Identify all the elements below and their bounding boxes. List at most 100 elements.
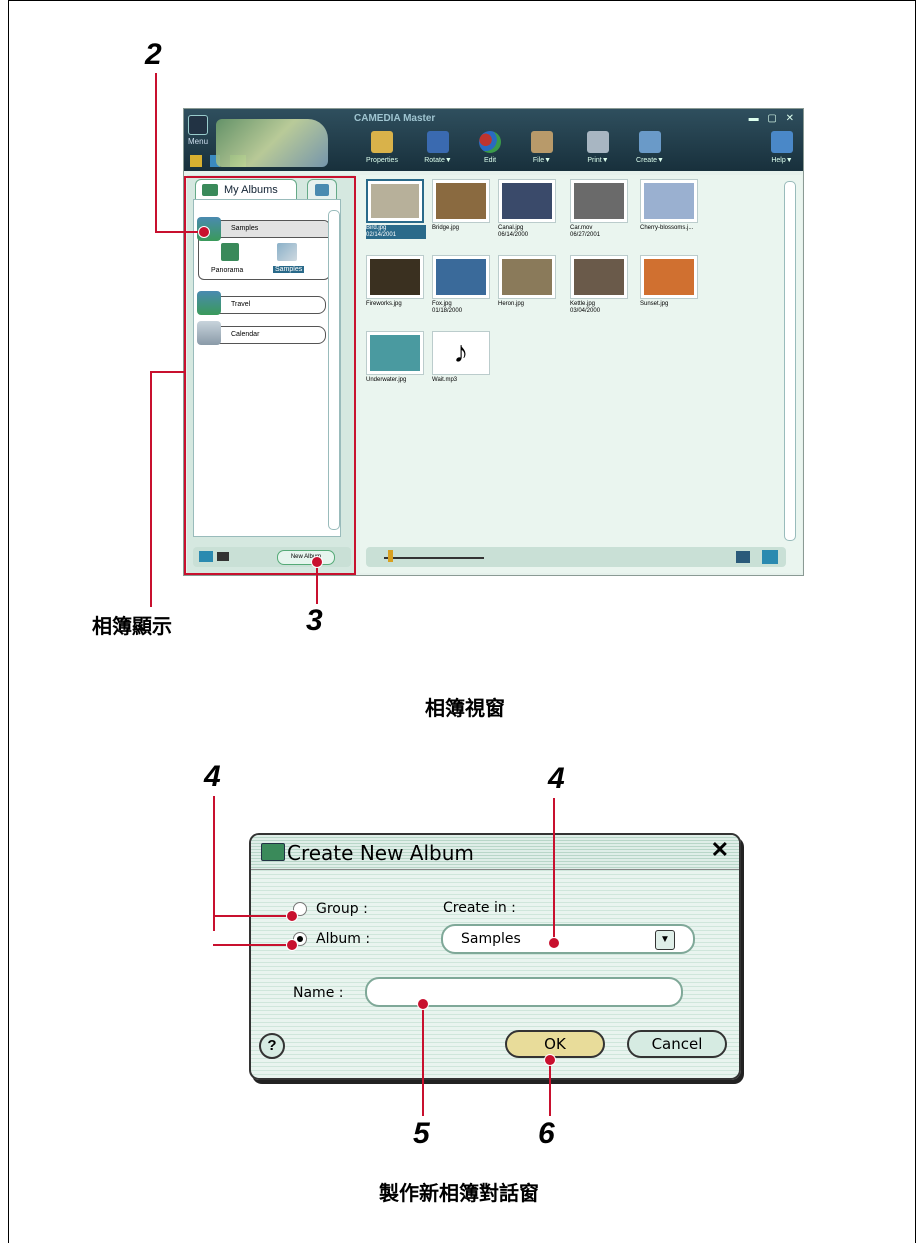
thumbnail-label: Canal.jpg 06/14/2000	[498, 225, 529, 238]
menu-icon[interactable]	[188, 115, 208, 135]
edit-icon	[479, 131, 501, 153]
rotate-icon	[427, 131, 449, 153]
thumbnail-label: Kettle.jpg 03/04/2000	[570, 301, 601, 314]
thumbnail-label: Cherry-blossoms.j...	[640, 225, 694, 231]
thumbnail-item[interactable]: Kettle.jpg 03/04/2000	[570, 255, 630, 315]
camedia-logo	[216, 119, 328, 167]
thumbnail-item[interactable]: Car.mov 06/27/2001	[570, 179, 630, 239]
thumbnail-image	[498, 255, 556, 299]
thumbnail-item[interactable]: Fox.jpg 01/18/2000	[432, 255, 492, 315]
thumbnail-image	[366, 255, 424, 299]
photo-thumbnail	[370, 259, 420, 295]
callout-4-left-line-album	[213, 944, 291, 946]
rotate-label: Rotate▼	[424, 157, 452, 164]
photo-thumbnail	[502, 259, 552, 295]
thumbnail-label: Car.mov 06/27/2001	[570, 225, 601, 238]
callout-4-left-line-group	[213, 915, 291, 917]
callout-4-right-dot	[548, 937, 560, 949]
properties-label: Properties	[366, 157, 398, 164]
album-display-line-h	[150, 371, 184, 373]
file-label: File▼	[532, 157, 552, 164]
thumbnail-label: Bridge.jpg	[432, 225, 460, 231]
sort-icon[interactable]	[736, 551, 750, 563]
create-in-value: Samples	[461, 931, 521, 947]
print-button[interactable]: Print▼	[578, 131, 618, 164]
chevron-down-icon[interactable]: ▼	[655, 930, 675, 950]
thumbnail-image	[640, 179, 698, 223]
app-toolbar: Menu CAMEDIA Master ▬ ▢ ✕ Properties Rot…	[184, 109, 803, 171]
thumbnail-item[interactable]: Sunset.jpg	[640, 255, 700, 308]
photo-thumbnail	[502, 183, 552, 219]
callout-5-dot	[417, 998, 429, 1010]
thumbnail-item[interactable]: Underwater.jpg	[366, 331, 426, 384]
create-button[interactable]: Create▼	[630, 131, 670, 164]
caption-album-display: 相簿顯示	[92, 614, 172, 638]
thumbnail-scrollbar[interactable]	[784, 181, 796, 541]
thumbnail-item[interactable]: Bird.jpg 02/14/2001	[366, 179, 426, 239]
thumbnail-item[interactable]: Bridge.jpg	[432, 179, 492, 232]
photo-thumbnail	[574, 259, 624, 295]
album-display-frame	[184, 176, 356, 575]
properties-button[interactable]: Properties	[362, 131, 402, 164]
help-icon	[771, 131, 793, 153]
thumbnail-pane: Bird.jpg 02/14/2001 Bridge.jpg Canal.jpg 0…	[360, 175, 802, 573]
thumbnail-item[interactable]: ♪ Wait.mp3	[432, 331, 492, 384]
photo-thumbnail	[371, 184, 419, 218]
thumbnail-image	[570, 255, 628, 299]
photo-thumbnail	[574, 183, 624, 219]
callout-4-left: 4	[204, 760, 221, 793]
dialog-title: Create New Album	[287, 841, 474, 865]
callout-3-dot	[311, 556, 323, 568]
thumbnail-item[interactable]: Heron.jpg	[498, 255, 558, 308]
thumbnail-label: Sunset.jpg	[640, 301, 669, 307]
thumbnail-label: Fox.jpg 01/18/2000	[432, 301, 463, 314]
window-controls[interactable]: ▬ ▢ ✕	[749, 113, 797, 124]
print-label: Print▼	[587, 157, 609, 164]
music-note-icon: ♪	[436, 335, 486, 371]
callout-4-right: 4	[548, 762, 565, 795]
name-input[interactable]	[365, 977, 683, 1007]
properties-icon	[371, 131, 393, 153]
thumbnail-image	[570, 179, 628, 223]
zoom-slider[interactable]	[384, 557, 484, 559]
thumbnail-image: ♪	[432, 331, 490, 375]
thumbnail-label: Fireworks.jpg	[366, 301, 402, 307]
date-sort-icon[interactable]	[762, 550, 778, 564]
album-display-line-v	[150, 371, 152, 607]
thumbnail-image	[432, 255, 490, 299]
close-icon[interactable]: ✕	[711, 837, 729, 863]
file-button[interactable]: File▼	[522, 131, 562, 164]
group-label: Group :	[316, 901, 368, 917]
file-icon	[531, 131, 553, 153]
create-icon	[639, 131, 661, 153]
photo-thumbnail	[436, 183, 486, 219]
callout-2-line-v	[155, 73, 157, 233]
create-label: Create▼	[636, 157, 664, 164]
thumbnail-item[interactable]: Fireworks.jpg	[366, 255, 426, 308]
callout-5: 5	[413, 1117, 430, 1150]
cancel-button[interactable]: Cancel	[627, 1030, 727, 1058]
thumbnail-image	[498, 179, 556, 223]
zoom-slider-handle[interactable]	[388, 550, 393, 562]
callout-5-line	[422, 1004, 424, 1116]
caption-new-album-dialog: 製作新相簿對話窗	[379, 1181, 539, 1205]
thumbnail-label: Bird.jpg 02/14/2001	[366, 225, 426, 239]
edit-label: Edit	[483, 157, 497, 164]
photo-thumbnail	[644, 183, 694, 219]
photo-thumbnail	[436, 259, 486, 295]
help-icon[interactable]: ?	[259, 1033, 285, 1059]
help-button[interactable]: Help▼	[762, 131, 802, 164]
thumbnail-label: Wait.mp3	[432, 377, 458, 383]
thumbnail-item[interactable]: Cherry-blossoms.j...	[640, 179, 700, 232]
thumbnail-item[interactable]: Canal.jpg 06/14/2000	[498, 179, 558, 239]
app-title: CAMEDIA Master	[354, 113, 436, 124]
dialog-titlebar: Create New Album ✕	[251, 835, 739, 870]
rotate-button[interactable]: Rotate▼	[418, 131, 458, 164]
create-in-label: Create in :	[443, 900, 516, 916]
edit-button[interactable]: Edit	[470, 131, 510, 164]
ok-button[interactable]: OK	[505, 1030, 605, 1058]
callout-3-line	[316, 562, 318, 604]
callout-3: 3	[306, 604, 323, 637]
photo-thumbnail	[370, 335, 420, 371]
thumbnail-image	[366, 179, 424, 223]
